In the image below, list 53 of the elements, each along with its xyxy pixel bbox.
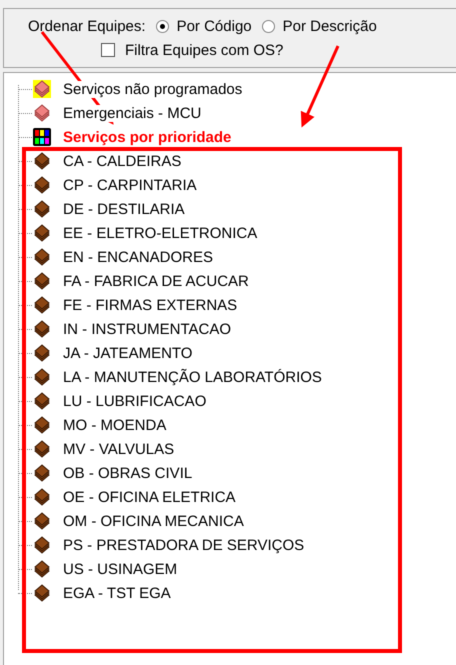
tree-item[interactable]: FE - FIRMAS EXTERNAS [63,296,238,314]
diamond-stack-icon [33,272,51,290]
radio-label: Por Código [176,18,252,34]
diamond-stack-icon [33,560,51,578]
diamond-stack-icon [33,248,51,266]
tree-item[interactable]: Emergenciais - MCU [63,104,202,122]
tree-item[interactable]: MV - VALVULAS [63,440,174,458]
tree-item[interactable]: Serviços por prioridade [63,128,232,146]
diamond-stack-icon [33,296,51,314]
filter-label: Filtra Equipes com OS? [125,42,284,58]
sort-radio[interactable]: Por Código [156,18,252,34]
diamond-stack-icon [33,224,51,242]
diamond-stack-icon [33,200,51,218]
tree-item[interactable]: US - USINAGEM [63,560,178,578]
diamond-stack-icon [33,440,51,458]
tree-item[interactable]: FA - FABRICA DE ACUCAR [63,272,249,290]
tree-item[interactable]: EGA - TST EGA [63,584,171,602]
tree-item[interactable]: LU - LUBRIFICACAO [63,392,206,410]
sort-label: Ordenar Equipes: [28,18,146,34]
color-grid-icon [33,128,51,146]
tree-item[interactable]: CP - CARPINTARIA [63,176,197,194]
diamond-stack-icon [33,320,51,338]
filter-checkbox[interactable] [101,43,115,57]
tree-item[interactable]: EN - ENCANADORES [63,248,214,266]
tree-item[interactable]: OB - OBRAS CIVIL [63,464,192,482]
diamond-stack-icon [33,416,51,434]
tree-item[interactable]: EE - ELETRO-ELETRONICA [63,224,258,242]
diamond-stack-icon [33,488,51,506]
diamond-stack-icon [33,104,51,122]
radio-label: Por Descrição [282,18,377,34]
diamond-stack-icon [33,152,51,170]
tree-item[interactable]: CA - CALDEIRAS [63,152,182,170]
radio-circle[interactable] [156,20,169,32]
diamond-stack-icon [33,392,51,410]
diamond-stack-icon [33,344,51,362]
tree-item[interactable]: OM - OFICINA MECANICA [63,512,244,530]
diamond-stack-icon [33,80,51,98]
tree-item[interactable]: IN - INSTRUMENTACAO [63,320,232,338]
tree-item[interactable]: Serviços não programados [63,80,242,98]
radio-circle[interactable] [262,20,275,32]
tree-item[interactable]: OE - OFICINA ELETRICA [63,488,236,506]
diamond-stack-icon [33,536,51,554]
diamond-stack-icon [33,512,51,530]
tree-item[interactable]: PS - PRESTADORA DE SERVIÇOS [63,536,304,554]
sort-radio[interactable]: Por Descrição [262,18,377,34]
diamond-stack-icon [33,176,51,194]
tree-item[interactable]: MO - MOENDA [63,416,166,434]
diamond-stack-icon [33,464,51,482]
diamond-stack-icon [33,368,51,386]
tree-item[interactable]: LA - MANUTENÇÃO LABORATÓRIOS [63,368,322,386]
tree-item[interactable]: DE - DESTILARIA [63,200,185,218]
tree-item[interactable]: JA - JATEAMENTO [63,344,192,362]
diamond-stack-icon [33,584,51,602]
